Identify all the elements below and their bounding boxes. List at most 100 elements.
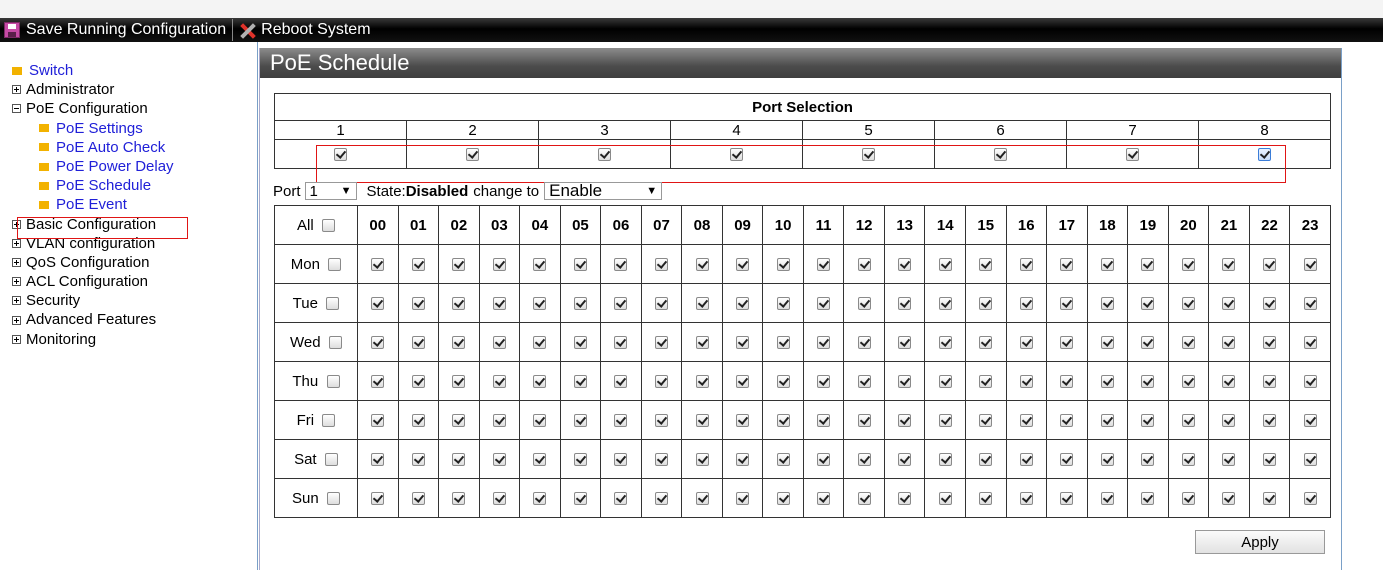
hour-checkbox[interactable] [1262,453,1276,467]
hour-checkbox[interactable] [1181,258,1195,272]
hour-checkbox[interactable] [1181,414,1195,428]
hour-checkbox[interactable] [492,453,506,467]
hour-checkbox[interactable] [1262,492,1276,506]
hour-checkbox[interactable] [938,375,952,389]
hour-checkbox[interactable] [736,297,750,311]
hour-checkbox[interactable] [1060,336,1074,350]
hour-checkbox[interactable] [1100,258,1114,272]
hour-checkbox[interactable] [411,453,425,467]
hour-checkbox[interactable] [1222,297,1236,311]
hour-checkbox[interactable] [614,258,628,272]
sidebar-item-monitoring[interactable]: Monitoring [12,330,174,349]
sidebar-item-poe-configuration[interactable]: PoE Configuration [12,99,174,118]
hour-checkbox[interactable] [1303,336,1317,350]
hour-checkbox[interactable] [1019,492,1033,506]
hour-checkbox[interactable] [776,297,790,311]
hour-checkbox[interactable] [898,258,912,272]
hour-checkbox[interactable] [371,492,385,506]
hour-checkbox[interactable] [573,414,587,428]
expand-icon[interactable] [12,277,21,287]
day-select-checkbox[interactable] [326,375,340,389]
sidebar-item-acl-configuration[interactable]: ACL Configuration [12,272,174,291]
hour-checkbox[interactable] [492,414,506,428]
hour-checkbox[interactable] [371,336,385,350]
hour-checkbox[interactable] [938,414,952,428]
hour-checkbox[interactable] [1303,258,1317,272]
hour-checkbox[interactable] [1060,453,1074,467]
hour-checkbox[interactable] [371,414,385,428]
hour-checkbox[interactable] [1262,414,1276,428]
hour-checkbox[interactable] [371,258,385,272]
hour-checkbox[interactable] [533,336,547,350]
day-select-checkbox[interactable] [327,492,341,506]
hour-checkbox[interactable] [898,336,912,350]
hour-checkbox[interactable] [1181,336,1195,350]
hour-checkbox[interactable] [776,336,790,350]
hour-checkbox[interactable] [1222,453,1236,467]
hour-checkbox[interactable] [1019,258,1033,272]
hour-checkbox[interactable] [1141,297,1155,311]
hour-checkbox[interactable] [1141,375,1155,389]
hour-checkbox[interactable] [817,297,831,311]
expand-icon[interactable] [12,315,21,325]
hour-checkbox[interactable] [1100,336,1114,350]
hour-checkbox[interactable] [1303,492,1317,506]
hour-checkbox[interactable] [654,453,668,467]
hour-checkbox[interactable] [817,336,831,350]
day-select-checkbox[interactable] [326,297,340,311]
hour-checkbox[interactable] [979,414,993,428]
hour-checkbox[interactable] [898,492,912,506]
hour-checkbox[interactable] [736,492,750,506]
expand-icon[interactable] [12,238,21,248]
hour-checkbox[interactable] [1303,453,1317,467]
hour-checkbox[interactable] [1222,336,1236,350]
hour-checkbox[interactable] [857,336,871,350]
reboot-system-button[interactable]: Reboot System [233,18,376,42]
sidebar-item-poe-power-delay[interactable]: PoE Power Delay [12,157,174,176]
hour-checkbox[interactable] [1019,453,1033,467]
hour-checkbox[interactable] [1222,492,1236,506]
hour-checkbox[interactable] [817,492,831,506]
hour-checkbox[interactable] [979,453,993,467]
hour-checkbox[interactable] [492,375,506,389]
bullet-icon[interactable] [12,66,22,75]
hour-checkbox[interactable] [573,336,587,350]
hour-checkbox[interactable] [614,336,628,350]
hour-checkbox[interactable] [979,258,993,272]
hour-checkbox[interactable] [654,258,668,272]
hour-checkbox[interactable] [1141,258,1155,272]
hour-checkbox[interactable] [938,492,952,506]
hour-checkbox[interactable] [1303,414,1317,428]
bullet-icon[interactable] [39,143,49,152]
hour-checkbox[interactable] [817,453,831,467]
hour-checkbox[interactable] [736,414,750,428]
hour-checkbox[interactable] [1222,258,1236,272]
hour-checkbox[interactable] [452,375,466,389]
hour-checkbox[interactable] [1060,375,1074,389]
hour-checkbox[interactable] [492,336,506,350]
hour-checkbox[interactable] [614,492,628,506]
hour-checkbox[interactable] [1141,336,1155,350]
sidebar-item-poe-auto-check[interactable]: PoE Auto Check [12,138,174,157]
hour-checkbox[interactable] [614,375,628,389]
hour-checkbox[interactable] [1100,492,1114,506]
expand-icon[interactable] [12,334,21,344]
hour-checkbox[interactable] [533,375,547,389]
hour-checkbox[interactable] [452,336,466,350]
hour-checkbox[interactable] [533,297,547,311]
hour-checkbox[interactable] [736,453,750,467]
hour-checkbox[interactable] [1019,375,1033,389]
hour-checkbox[interactable] [817,375,831,389]
hour-checkbox[interactable] [411,492,425,506]
all-select-checkbox[interactable] [322,219,335,233]
hour-checkbox[interactable] [1262,336,1276,350]
hour-checkbox[interactable] [452,414,466,428]
hour-checkbox[interactable] [979,492,993,506]
hour-checkbox[interactable] [1141,492,1155,506]
day-select-checkbox[interactable] [322,414,336,428]
hour-checkbox[interactable] [776,375,790,389]
hour-checkbox[interactable] [695,297,709,311]
sidebar-item-advanced-features[interactable]: Advanced Features [12,310,174,329]
state-change-select[interactable]: Enable ▼ [544,181,663,200]
hour-checkbox[interactable] [1181,453,1195,467]
